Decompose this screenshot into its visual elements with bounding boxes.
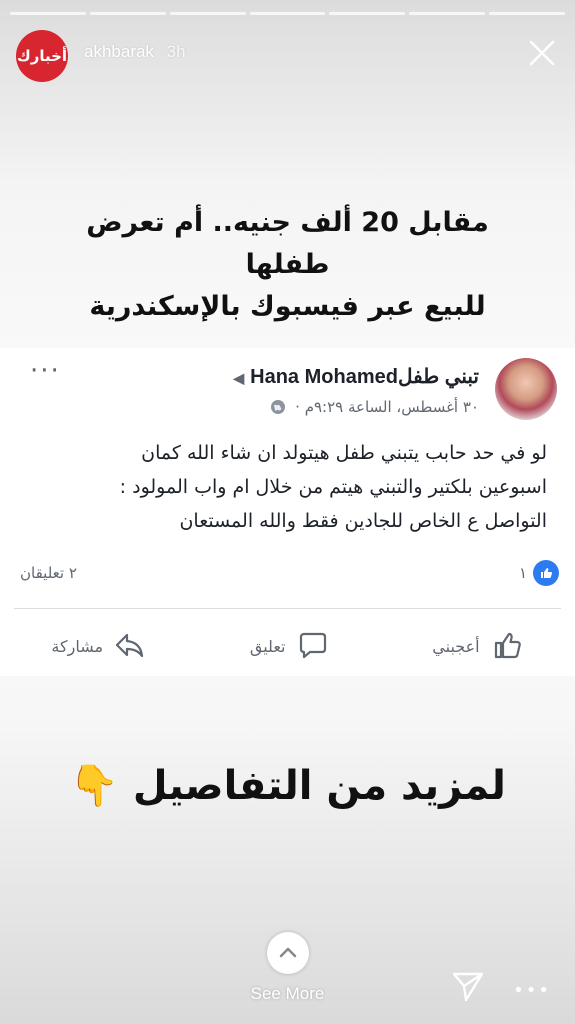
likes-count: ١ (519, 560, 559, 586)
username[interactable]: akhbarak 3h (84, 42, 186, 62)
likes-count-text: ١ (518, 564, 527, 582)
post-header: تبني طفلHana Mohamed ◀ ٣٠ أغسطس، الساعة ٩… (12, 354, 563, 424)
story-progress-bar (10, 12, 566, 15)
cta-label: لمزيد من التفاصيل (132, 763, 506, 809)
send-icon[interactable] (450, 968, 486, 1004)
avatar[interactable]: أخبارك (16, 30, 68, 82)
post-stats: ١ ٢ تعليقان (16, 560, 559, 590)
caret-left-icon: ◀ (233, 370, 245, 386)
like-button: أعجبني (432, 626, 523, 666)
more-options-icon: ··· (30, 356, 61, 386)
divider (14, 608, 561, 609)
see-more-label[interactable]: See More (0, 984, 575, 1004)
post-author-line: تبني طفلHana Mohamed ◀ (233, 364, 479, 389)
facebook-post-screenshot: تبني طفلHana Mohamed ◀ ٣٠ أغسطس، الساعة ٩… (0, 348, 575, 676)
progress-segment (89, 12, 166, 15)
see-more-button[interactable] (266, 932, 309, 974)
author-avatar (495, 358, 557, 420)
author-name: Hana Mohamed (250, 366, 398, 388)
globe-icon (271, 400, 286, 414)
comments-count: ٢ تعليقان (20, 564, 77, 582)
progress-segment (249, 12, 326, 15)
cta-text: لمزيد من التفاصيل 👇 (0, 762, 575, 809)
share-icon (115, 633, 144, 658)
username-text[interactable]: akhbarak (84, 42, 154, 61)
comment-label: تعليق (249, 636, 286, 656)
progress-segment (329, 12, 406, 15)
like-reaction-icon (533, 560, 559, 586)
headline-line-2: للبيع عبر فيسبوك بالإسكندرية (89, 291, 486, 322)
story-age: 3h (166, 42, 186, 61)
comment-icon (299, 632, 326, 659)
progress-segment (169, 12, 246, 15)
progress-segment (10, 12, 86, 15)
post-body-line: لو في حد حابب يتبني طفل هيتولد ان شاء ال… (141, 442, 547, 464)
headline-line-1: مقابل 20 ألف جنيه.. أم تعرض طفلها (86, 207, 489, 280)
progress-segment (409, 12, 486, 15)
post-body-line: اسبوعين بلكتير والتبني هيتم من خلال ام و… (119, 476, 547, 498)
see-more[interactable]: See More (0, 932, 575, 1004)
comment-button: تعليق (250, 626, 330, 666)
post-meta: ٣٠ أغسطس، الساعة ٩:٢٩م · (270, 398, 479, 416)
chevron-up-icon (279, 947, 296, 958)
like-label: أعجبني (432, 636, 480, 656)
share-label: مشاركة (51, 636, 104, 656)
share-button: مشاركة (51, 626, 147, 666)
post-timestamp: ٣٠ أغسطس، الساعة ٩:٢٩م · (295, 398, 479, 416)
story-header: أخبارك akhbarak 3h (16, 24, 559, 82)
group-name: تبني طفل (397, 366, 479, 388)
post-body: لو في حد حابب يتبني طفل هيتولد ان شاء ال… (28, 436, 547, 538)
more-icon[interactable]: ••• (513, 980, 551, 1001)
close-icon[interactable] (525, 36, 559, 70)
like-icon (494, 632, 521, 659)
story-headline: مقابل 20 ألف جنيه.. أم تعرض طفلها للبيع … (40, 202, 535, 328)
post-actions: أعجبني تعليق مشاركة (0, 626, 575, 666)
pointing-down-icon: 👇 (69, 763, 119, 809)
progress-segment (489, 12, 566, 15)
post-body-line: التواصل ع الخاص للجادين فقط والله المستع… (179, 510, 547, 532)
